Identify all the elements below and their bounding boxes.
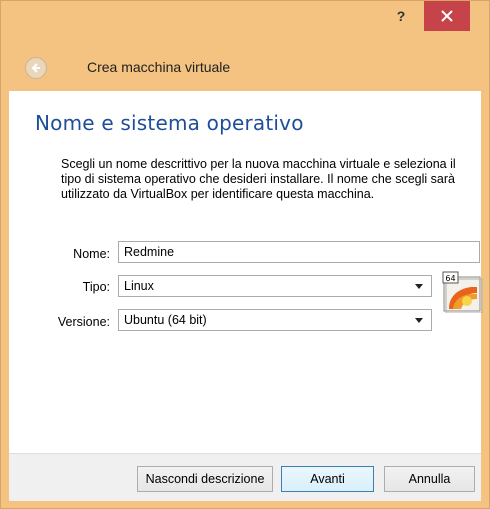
hide-description-label: Nascondi descrizione — [145, 472, 265, 486]
chevron-down-icon — [415, 284, 423, 289]
version-select-value: Ubuntu (64 bit) — [124, 313, 207, 327]
name-label: Nome: — [73, 247, 110, 261]
help-label: ? — [396, 8, 406, 24]
cancel-label: Annulla — [408, 472, 451, 486]
wizard-title: Crea macchina virtuale — [87, 59, 231, 75]
close-icon — [441, 10, 453, 22]
back-arrow-icon — [31, 63, 40, 73]
dialog-window: ? Crea macchina virtuale Nome e sistema … — [0, 0, 490, 509]
page-description: Scegli un nome descrittivo per la nuova … — [61, 157, 456, 201]
ubuntu-os-icon: 64 — [442, 271, 483, 313]
next-label: Avanti — [310, 472, 345, 486]
os-icon-badge: 64 — [445, 274, 455, 283]
help-button[interactable]: ? — [379, 1, 423, 31]
page-heading: Nome e sistema operativo — [35, 111, 304, 135]
type-select[interactable]: Linux — [118, 275, 432, 297]
button-bar: Nascondi descrizione Avanti Annulla — [9, 453, 481, 501]
wizard-header: Crea macchina virtuale — [1, 43, 489, 91]
type-label: Tipo: — [82, 280, 110, 294]
version-select[interactable]: Ubuntu (64 bit) — [118, 309, 432, 331]
back-button[interactable] — [25, 57, 47, 79]
next-button[interactable]: Avanti — [281, 466, 374, 492]
chevron-down-icon — [415, 318, 423, 323]
cancel-button[interactable]: Annulla — [384, 466, 475, 492]
type-select-value: Linux — [124, 279, 154, 293]
version-label: Versione: — [57, 315, 110, 329]
hide-description-button[interactable]: Nascondi descrizione — [137, 466, 273, 492]
close-button[interactable] — [424, 1, 470, 31]
name-field[interactable] — [118, 241, 480, 263]
title-bar[interactable]: ? — [1, 1, 489, 43]
